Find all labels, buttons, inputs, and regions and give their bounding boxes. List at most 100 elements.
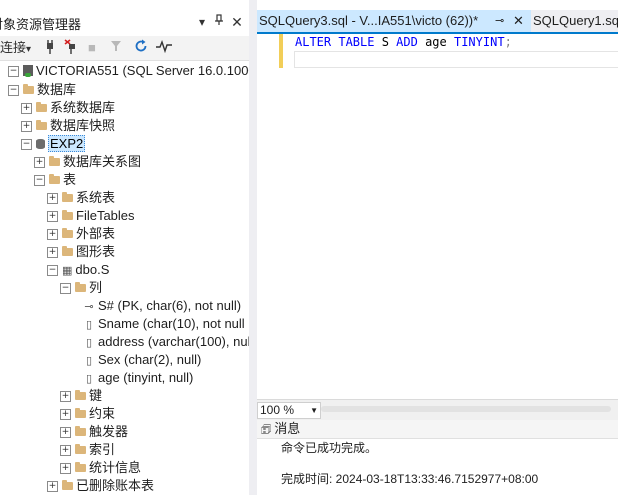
expand-icon[interactable]: + <box>60 391 71 403</box>
tree-node-keys[interactable]: + 键 <box>60 387 102 405</box>
folder-icon <box>62 209 73 220</box>
expand-icon[interactable]: + <box>60 445 71 457</box>
chevron-down-icon: ▾ <box>26 44 32 55</box>
folder-icon <box>36 119 47 130</box>
pin-icon[interactable] <box>212 14 226 30</box>
expand-icon[interactable]: + <box>60 427 71 439</box>
tree-node-databases[interactable]: − 数据库 <box>8 81 76 99</box>
tree-node-indexes[interactable]: + 索引 <box>60 441 115 459</box>
tree-node-external-tables[interactable]: + 外部表 <box>47 225 115 243</box>
identifier-token: S <box>374 35 397 49</box>
tab-messages[interactable]: 🗊 消息 <box>261 421 300 438</box>
tree-label: 表 <box>63 172 77 187</box>
collapse-icon[interactable]: − <box>21 139 32 151</box>
tree-label: 键 <box>89 388 103 403</box>
tree-node-exp2[interactable]: − EXP2 <box>21 135 86 153</box>
tree-label: dbo.S <box>75 262 110 277</box>
collapse-icon[interactable]: − <box>60 283 71 295</box>
current-line-highlight <box>294 51 618 68</box>
tree-node-server[interactable]: − VICTORIA551 (SQL Server 16.0.1000.6 <box>8 62 249 80</box>
tree-label: 外部表 <box>76 226 116 241</box>
connect-plug-icon[interactable] <box>44 39 56 57</box>
activity-monitor-icon[interactable] <box>156 39 172 57</box>
tab-sqlquery1[interactable]: SQLQuery1.sql <box>531 10 618 32</box>
expand-icon[interactable]: + <box>47 481 58 493</box>
code-line-1: ALTER TABLE S ADD age TINYINT; <box>295 34 512 50</box>
tree-label: VICTORIA551 (SQL Server 16.0.1000.6 <box>36 63 249 78</box>
tree-label: 数据库快照 <box>50 118 116 133</box>
type-token: TINYINT <box>453 35 505 49</box>
expand-icon[interactable]: + <box>34 157 45 169</box>
zoom-select[interactable]: 100 % ▼ <box>257 402 321 419</box>
tree-node-system-databases[interactable]: + 系统数据库 <box>21 99 115 117</box>
filter-icon[interactable] <box>110 39 122 57</box>
expand-icon[interactable]: + <box>21 121 32 133</box>
tree-node-statistics[interactable]: + 统计信息 <box>60 459 141 477</box>
tree-node-system-tables[interactable]: + 系统表 <box>47 189 115 207</box>
tree-node-constraints[interactable]: + 约束 <box>60 405 115 423</box>
collapse-icon[interactable]: − <box>8 85 19 97</box>
tree-node-dbo-s[interactable]: − ▦ dbo.S <box>47 261 109 279</box>
tree-node-diagrams[interactable]: + 数据库关系图 <box>34 153 141 171</box>
chevron-down-icon: ▼ <box>310 406 318 415</box>
tree-node-triggers[interactable]: + 触发器 <box>60 423 128 441</box>
message-icon: 🗊 <box>261 424 272 436</box>
tree-label: 数据库关系图 <box>63 154 142 169</box>
tree-node-column[interactable]: ▯ Sex (char(2), null) <box>84 351 201 369</box>
column-icon: ▯ <box>85 319 93 331</box>
identifier-token: age <box>417 35 454 49</box>
expand-icon[interactable]: + <box>47 229 58 241</box>
folder-icon <box>36 101 47 112</box>
close-icon[interactable]: ✕ <box>230 14 244 30</box>
tree-node-graph-tables[interactable]: + 图形表 <box>47 243 115 261</box>
expand-icon[interactable]: + <box>47 247 58 259</box>
object-explorer-pane: 对象资源管理器 ▾ ✕ 连接▾ ■ −VICTORIA551 (SQL Serv… <box>0 0 249 495</box>
tree-label: 数据库 <box>37 82 77 97</box>
folder-icon <box>62 191 73 202</box>
tab-label: SQLQuery1.sql <box>533 13 618 28</box>
collapse-icon[interactable]: − <box>34 175 45 187</box>
tree-node-column[interactable]: ▯ Sname (char(10), not null <box>84 315 245 333</box>
zoom-value: 100 % <box>260 403 295 417</box>
tree-label: 触发器 <box>89 424 129 439</box>
tree-node-column[interactable]: ▯ address (varchar(100), nul <box>84 333 249 351</box>
connect-label: 连接 <box>0 40 27 55</box>
object-explorer-toolbar: 连接▾ ■ <box>0 36 249 61</box>
tree-label: 列 <box>89 280 103 295</box>
collapse-icon[interactable]: − <box>47 265 58 277</box>
horizontal-scrollbar[interactable] <box>321 406 611 412</box>
close-tab-icon[interactable]: ✕ <box>513 10 524 32</box>
table-icon: ▦ <box>62 265 73 277</box>
tree-node-dropped-ledger[interactable]: + 已删除账本表 <box>47 477 154 495</box>
folder-icon <box>49 173 60 184</box>
expand-icon[interactable]: + <box>60 409 71 421</box>
column-icon: ▯ <box>85 373 93 385</box>
object-explorer-title: 对象资源管理器 <box>0 17 82 32</box>
connect-button[interactable]: 连接▾ <box>0 39 31 57</box>
tab-sqlquery3[interactable]: SQLQuery3.sql - V...IA551\victo (62))* ⊸… <box>257 10 531 32</box>
tree-node-filetables[interactable]: + FileTables <box>47 207 135 225</box>
tree-label: 统计信息 <box>89 460 142 475</box>
pin-tab-icon[interactable]: ⊸ <box>495 10 504 32</box>
object-explorer-titlebar: 对象资源管理器 ▾ ✕ <box>0 10 249 34</box>
tree-node-column[interactable]: ⊸ S# (PK, char(6), not null) <box>84 297 241 315</box>
pane-splitter[interactable] <box>249 0 257 495</box>
dropdown-icon[interactable]: ▾ <box>195 14 209 30</box>
stop-icon[interactable]: ■ <box>88 39 96 57</box>
expand-icon[interactable]: + <box>47 211 58 223</box>
refresh-icon[interactable] <box>134 39 148 57</box>
server-icon <box>23 65 33 78</box>
message-line: 命令已成功完成。 <box>281 441 378 455</box>
completion-time: 完成时间: 2024-03-18T13:33:46.7152977+08:00 <box>281 472 539 486</box>
expand-icon[interactable]: + <box>47 193 58 205</box>
disconnect-icon[interactable] <box>64 39 80 57</box>
collapse-icon[interactable]: − <box>8 66 19 78</box>
tree-node-column[interactable]: ▯ age (tinyint, null) <box>84 369 193 387</box>
sql-editor[interactable]: ALTER TABLE S ADD age TINYINT; <box>257 34 618 399</box>
expand-icon[interactable]: + <box>21 103 32 115</box>
expand-icon[interactable]: + <box>60 463 71 475</box>
tree-node-snapshots[interactable]: + 数据库快照 <box>21 117 115 135</box>
document-tab-bar: SQLQuery3.sql - V...IA551\victo (62))* ⊸… <box>257 10 618 32</box>
tree-node-columns[interactable]: − 列 <box>60 279 102 297</box>
tree-node-tables[interactable]: − 表 <box>34 171 76 189</box>
